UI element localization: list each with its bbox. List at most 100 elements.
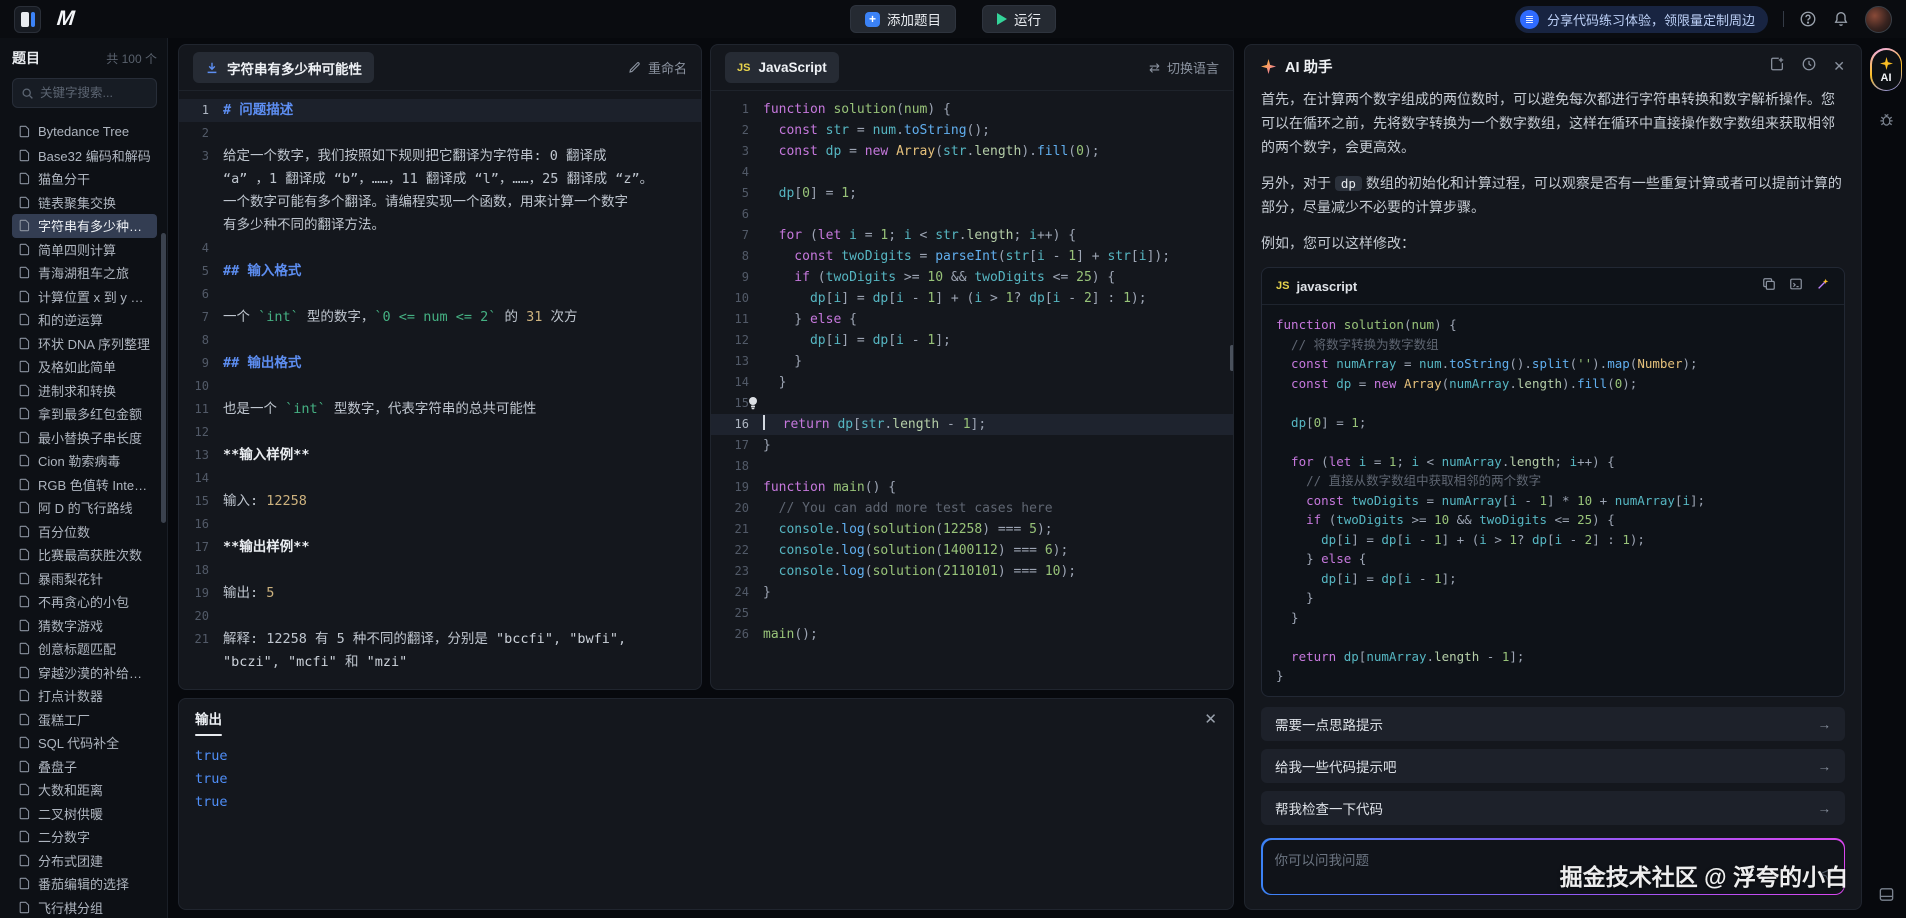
add-problem-button[interactable]: + 添加题目 bbox=[850, 5, 956, 33]
sidebar-problem-item[interactable]: 打点计数器 bbox=[12, 684, 157, 708]
sidebar-problem-item[interactable]: 及格如此简单 bbox=[12, 355, 157, 379]
ai-chat-message-area[interactable]: 首先，在计算两个数字组成的两位数时，可以避免每次都进行字符串转换和数字解析操作。… bbox=[1245, 87, 1861, 697]
ai-code-line: } bbox=[1276, 666, 1830, 686]
problem-item-label: 青海湖租车之旅 bbox=[38, 263, 129, 282]
help-icon[interactable] bbox=[1799, 10, 1817, 28]
insert-code-icon[interactable] bbox=[1789, 277, 1803, 296]
code-token: 1 bbox=[1006, 291, 1014, 306]
search-input[interactable] bbox=[40, 86, 148, 100]
sidebar-problem-item[interactable]: Cion 勒索病毒 bbox=[12, 449, 157, 473]
code-token: dp bbox=[826, 144, 842, 159]
sidebar-problem-item[interactable]: 环状 DNA 序列整理 bbox=[12, 332, 157, 356]
code-token: ; bbox=[888, 228, 904, 243]
code-editor[interactable]: 1function solution(num) {2 const str = n… bbox=[711, 91, 1233, 645]
sidebar-problem-item[interactable]: 字符串有多少种可能性 bbox=[12, 214, 157, 238]
output-tab[interactable]: 输出 bbox=[195, 708, 222, 730]
sidebar-problem-item[interactable]: 最小替换子串长度 bbox=[12, 426, 157, 450]
sidebar-scrollbar[interactable] bbox=[161, 233, 166, 523]
marscode-logo[interactable]: M bbox=[56, 7, 75, 31]
code-token: for bbox=[1276, 454, 1321, 469]
suggestion-chip[interactable]: 帮我检查一下代码→ bbox=[1261, 791, 1845, 825]
code-token: 25 bbox=[1577, 512, 1592, 527]
sidebar-problem-item[interactable]: 番茄编辑的选择 bbox=[12, 872, 157, 896]
rename-button[interactable]: 重命名 bbox=[628, 58, 687, 77]
history-icon[interactable] bbox=[1801, 56, 1817, 77]
sidebar-problem-item[interactable]: 百分位数 bbox=[12, 520, 157, 544]
run-button[interactable]: 运行 bbox=[982, 5, 1056, 33]
copy-icon[interactable] bbox=[1762, 277, 1776, 296]
description-line: 18 bbox=[179, 559, 701, 582]
file-icon bbox=[18, 877, 31, 890]
ai-code-block: JS javascript function solution(num) { /… bbox=[1261, 267, 1845, 697]
sidebar-problem-item[interactable]: 分布式团建 bbox=[12, 849, 157, 873]
line-number: 13 bbox=[179, 444, 223, 467]
search-box[interactable] bbox=[12, 78, 157, 108]
sidebar-problem-item[interactable]: 链表聚集交换 bbox=[12, 191, 157, 215]
code-token: dp bbox=[873, 333, 889, 348]
sidebar-problem-item[interactable]: 飞行棋分组 bbox=[12, 896, 157, 918]
code-token: num bbox=[1411, 317, 1434, 332]
sidebar-problem-item[interactable]: RGB 色值转 Integer bbox=[12, 473, 157, 497]
suggestion-chip[interactable]: 需要一点思路提示→ bbox=[1261, 707, 1845, 741]
sidebar-problem-item[interactable]: 进制求和转换 bbox=[12, 379, 157, 403]
code-token: } bbox=[763, 375, 786, 390]
sidebar-problem-item[interactable]: Bytedance Tree bbox=[12, 120, 157, 144]
suggestion-chip[interactable]: 给我一些代码提示吧→ bbox=[1261, 749, 1845, 783]
code-token: - bbox=[1412, 571, 1435, 586]
sidebar-problem-item[interactable]: 比赛最高获胜次数 bbox=[12, 543, 157, 567]
sidebar-problem-item[interactable]: 蛋糕工厂 bbox=[12, 708, 157, 732]
code-token: let bbox=[1329, 454, 1359, 469]
sidebar-problem-item[interactable]: 计算位置 x 到 y 的... bbox=[12, 285, 157, 309]
sidebar-problem-item[interactable]: 暴雨梨花针 bbox=[12, 567, 157, 591]
language-tab[interactable]: JS JavaScript bbox=[725, 52, 839, 83]
sidebar-problem-item[interactable]: 猜数字游戏 bbox=[12, 614, 157, 638]
sidebar-problem-item[interactable]: 大数和距离 bbox=[12, 778, 157, 802]
sidebar-problem-item[interactable]: 二分数字 bbox=[12, 825, 157, 849]
notifications-bell-icon[interactable] bbox=[1832, 10, 1850, 28]
new-chat-icon[interactable] bbox=[1769, 56, 1785, 77]
app-logo-icon[interactable] bbox=[14, 6, 41, 33]
send-icon[interactable] bbox=[1818, 866, 1834, 887]
debug-bug-icon[interactable] bbox=[1878, 111, 1895, 133]
promo-banner[interactable]: ≣ 分享代码练习体验，领限量定制周边 bbox=[1515, 6, 1768, 33]
sidebar-problem-item[interactable]: SQL 代码补全 bbox=[12, 731, 157, 755]
close-icon[interactable]: ✕ bbox=[1833, 58, 1845, 75]
problem-title-tab[interactable]: 字符串有多少种可能性 bbox=[193, 52, 374, 83]
problem-item-label: 番茄编辑的选择 bbox=[38, 874, 129, 893]
lightbulb-hint-icon[interactable] bbox=[747, 396, 759, 417]
code-token: return bbox=[1276, 649, 1344, 664]
code-token: ) { bbox=[927, 102, 950, 117]
chat-input-box[interactable] bbox=[1263, 840, 1844, 894]
sidebar-problem-item[interactable]: 简单四则计算 bbox=[12, 238, 157, 262]
file-icon bbox=[18, 689, 31, 702]
code-line: 24} bbox=[711, 582, 1233, 603]
code-token: dp bbox=[1381, 532, 1396, 547]
code-line: 13 } bbox=[711, 351, 1233, 372]
close-icon[interactable]: ✕ bbox=[1204, 710, 1217, 728]
code-token: , bbox=[618, 631, 626, 647]
panel-resize-handle[interactable] bbox=[1230, 345, 1234, 371]
magic-wand-icon[interactable] bbox=[1816, 277, 1830, 296]
switch-language-button[interactable]: ⇄ 切换语言 bbox=[1149, 58, 1219, 77]
code-token: = bbox=[1351, 376, 1374, 391]
sidebar-problem-item[interactable]: Base32 编码和解码 bbox=[12, 144, 157, 168]
sidebar-problem-item[interactable]: 不再贪心的小包 bbox=[12, 590, 157, 614]
sidebar-problem-item[interactable]: 叠盘子 bbox=[12, 755, 157, 779]
chat-input[interactable] bbox=[1275, 849, 1832, 885]
sidebar-problem-item[interactable]: 青海湖租车之旅 bbox=[12, 261, 157, 285]
sidebar-problem-item[interactable]: 穿越沙漠的补给次数 bbox=[12, 661, 157, 685]
ai-code-line: const twoDigits = numArray[i - 1] * 10 +… bbox=[1276, 491, 1830, 511]
ai-assistant-toggle[interactable]: AI bbox=[1870, 48, 1902, 91]
sidebar-problem-item[interactable]: 和的逆运算 bbox=[12, 308, 157, 332]
sidebar-problem-item[interactable]: 猫鱼分干 bbox=[12, 167, 157, 191]
sidebar-problem-item[interactable]: 拿到最多红包金额 bbox=[12, 402, 157, 426]
js-badge-icon: JS bbox=[1276, 280, 1289, 292]
line-content: **输入样例** bbox=[223, 444, 310, 467]
sidebar-problem-item[interactable]: 阿 D 的飞行路线 bbox=[12, 496, 157, 520]
sidebar-problem-item[interactable]: 创意标题匹配 bbox=[12, 637, 157, 661]
file-icon bbox=[18, 384, 31, 397]
user-avatar[interactable] bbox=[1865, 6, 1892, 33]
description-editor[interactable]: 1# 问题描述23给定一个数字，我们按照如下规则把它翻译为字符串: 0 翻译成“… bbox=[179, 91, 701, 674]
bottom-panel-toggle-icon[interactable] bbox=[1878, 886, 1895, 908]
sidebar-problem-item[interactable]: 二叉树供暖 bbox=[12, 802, 157, 826]
